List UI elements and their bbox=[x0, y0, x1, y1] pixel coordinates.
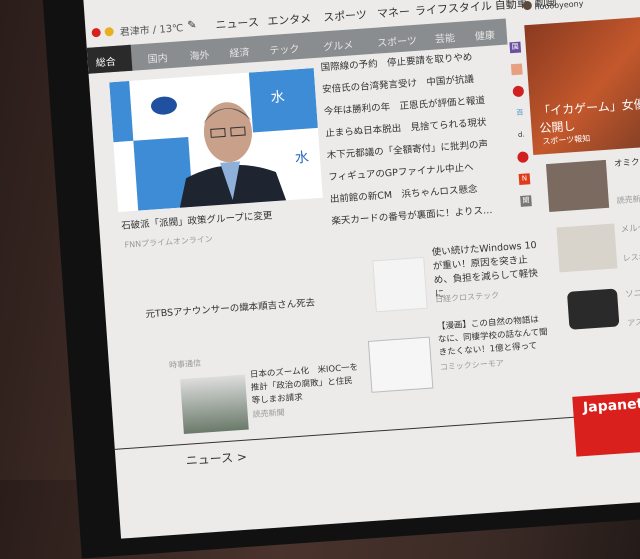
article-thumbnail[interactable] bbox=[180, 374, 249, 434]
source-badge-icon: 百 bbox=[516, 108, 524, 118]
tab-tech[interactable]: テック bbox=[269, 40, 300, 57]
article-title[interactable]: 【漫画】この自然の物語はなに、同棲学校の話なんて聞きたくない！1億と得って bbox=[437, 313, 549, 360]
nav-lifestyle[interactable]: ライフスタイル bbox=[414, 0, 493, 19]
article-source: コミックシーモア bbox=[439, 358, 505, 372]
tab-economy[interactable]: 経済 bbox=[229, 44, 250, 60]
article-source: アスキー bbox=[626, 316, 640, 328]
camera-thumbnail[interactable] bbox=[566, 288, 620, 330]
source-badge-icon: N bbox=[518, 173, 531, 185]
source-badge-icon: 国 bbox=[509, 41, 522, 54]
tab-entertainment[interactable]: 芸能 bbox=[434, 29, 456, 45]
nav-entame[interactable]: エンタメ bbox=[267, 10, 312, 29]
article-title[interactable]: 日本のズーム化 米IOC一を推計「政治の腐敗」と住民等しまお請求 bbox=[250, 362, 362, 409]
article-title[interactable]: メルセデスマ フェートヒト 第一走行 bbox=[620, 213, 640, 235]
promo-card[interactable]: 「イカゲーム」女優 のドレス姿を公開し スポーツ報知 bbox=[524, 10, 640, 155]
tab-gourmet[interactable]: グルメ bbox=[323, 36, 354, 53]
source-badge-icon bbox=[512, 85, 525, 98]
article-thumbnail[interactable] bbox=[545, 159, 610, 212]
article-title[interactable]: ソニーが新 ミラーレス 発表 bbox=[625, 280, 640, 299]
tab-domestic[interactable]: 国内 bbox=[147, 49, 168, 65]
tab-general[interactable]: 総合 bbox=[86, 44, 133, 74]
promo-source: スポーツ報知 bbox=[542, 133, 591, 147]
source-label: 時事通信 bbox=[168, 358, 202, 370]
headline-list: 国際線の予約 停止要請を取りやめ国 安倍氏の台湾発言受け 中国が抗議 今年は勝利… bbox=[320, 41, 532, 232]
japanet-ad-banner[interactable]: Japanet bbox=[572, 382, 640, 457]
article-title[interactable]: 元TBSアナウンサーの織本順吉さん死去 bbox=[145, 295, 315, 321]
news-section-link[interactable]: ニュース > bbox=[185, 448, 247, 469]
hero-source: FNNプライムオンライン bbox=[124, 234, 214, 250]
source-badge-icon bbox=[517, 151, 529, 164]
tab-sports[interactable]: スポーツ bbox=[377, 32, 417, 50]
article-title[interactable]: オミクロン感染 でも確認 bbox=[614, 151, 640, 170]
weather-location[interactable]: 君津市 / 13℃ bbox=[119, 19, 183, 38]
politician-photo bbox=[178, 102, 289, 213]
nav-money[interactable]: マネー bbox=[376, 3, 411, 21]
article-source: 読売新聞 bbox=[252, 407, 285, 420]
source-badge-icon: 開 bbox=[520, 195, 532, 207]
article-source: 読売新聞 bbox=[616, 194, 640, 206]
tab-health[interactable]: 健康 bbox=[474, 26, 496, 42]
headline[interactable]: 楽天カードの番号が裏面に！よりス… bbox=[331, 205, 493, 227]
nav-sports[interactable]: スポーツ bbox=[323, 6, 368, 25]
backdrop-kanji: 水 bbox=[294, 149, 310, 167]
article-thumbnail[interactable] bbox=[372, 256, 428, 313]
hero-caption[interactable]: 石破派「派閥」政策グループに変更 bbox=[121, 207, 273, 232]
article-source: レスポンス bbox=[622, 251, 640, 263]
browser-screen: 君津市 / 13℃ ✎ ニュース エンタメ スポーツ マネー ライフスタイル 自… bbox=[82, 0, 640, 539]
source-badge-icon: d. bbox=[517, 130, 525, 139]
notification-dot bbox=[91, 26, 114, 40]
article-thumbnail[interactable] bbox=[556, 223, 618, 273]
source-badge-icon bbox=[510, 63, 523, 76]
promo-title: 「イカゲーム」女優 のドレス姿を公開し bbox=[537, 92, 640, 136]
edit-icon[interactable]: ✎ bbox=[187, 18, 197, 32]
manga-thumbnail[interactable] bbox=[367, 336, 434, 393]
nav-news[interactable]: ニュース bbox=[215, 14, 259, 33]
hero-image[interactable]: 水 水 bbox=[109, 68, 323, 213]
tab-world[interactable]: 海外 bbox=[189, 46, 210, 62]
